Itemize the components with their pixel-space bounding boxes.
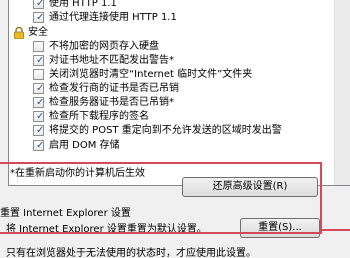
checkbox[interactable]: ✓ (33, 125, 44, 136)
checkmark-icon: ✓ (36, 111, 45, 122)
checkbox[interactable]: ✓ (33, 83, 44, 94)
restore-advanced-settings-button[interactable]: 还原高级设置(R) (182, 177, 318, 197)
bottom-note: 只有在浏览器处于无法使用的状态时，才应使用此设置。 (6, 248, 256, 258)
option-label: 关闭浏览器时清空“Internet 临时文件”文件夹 (49, 69, 253, 80)
option-label: 检查所下载程序的签名 (49, 111, 149, 122)
checkmark-icon: ✓ (36, 97, 45, 108)
option-label: 使用 HTTP 1.1 (49, 0, 117, 9)
checkbox[interactable]: ✓ (33, 12, 44, 23)
highlight-pointer-line (322, 229, 350, 231)
section-label: 安全 (28, 27, 48, 38)
restart-note: *在重新启动你的计算机后生效 (10, 168, 145, 179)
reset-button[interactable]: 重置(S)... (240, 218, 320, 238)
checkmark-icon: ✓ (36, 55, 45, 66)
checkbox[interactable] (33, 69, 44, 80)
reset-description: 将 Internet Explorer 设置重置为默认设置。 (6, 224, 207, 235)
option-label: 对证书地址不匹配发出警告* (49, 55, 174, 66)
checkmark-icon: ✓ (36, 0, 45, 9)
checkmark-icon: ✓ (36, 125, 45, 136)
advanced-settings-list[interactable]: ✓ 使用 HTTP 1.1 ✓ 通过代理连接使用 HTTP 1.1 安全 不将加… (8, 0, 350, 186)
checkmark-icon: ✓ (36, 12, 45, 23)
option-label: 通过代理连接使用 HTTP 1.1 (49, 12, 177, 23)
checkbox[interactable] (33, 41, 44, 52)
checkmark-icon: ✓ (36, 140, 45, 151)
option-label: 不将加密的网页存入硬盘 (49, 41, 159, 52)
lock-icon (14, 27, 24, 39)
option-label: 将提交的 POST 重定向到不允许发送的区域时发出警 (49, 125, 282, 136)
checkbox[interactable]: ✓ (33, 0, 44, 9)
vertical-scrollbar[interactable] (334, 0, 350, 185)
option-label: 检查发行商的证书是否已吊销 (49, 83, 179, 94)
option-label: 启用 DOM 存储 (49, 140, 120, 151)
option-label: 检查服务器证书是否已吊销* (49, 97, 174, 108)
checkbox[interactable]: ✓ (33, 111, 44, 122)
checkbox[interactable]: ✓ (33, 55, 44, 66)
checkbox[interactable]: ✓ (33, 97, 44, 108)
checkbox[interactable]: ✓ (33, 140, 44, 151)
checkmark-icon: ✓ (36, 83, 45, 94)
reset-section-title: 重置 Internet Explorer 设置 (0, 208, 131, 219)
